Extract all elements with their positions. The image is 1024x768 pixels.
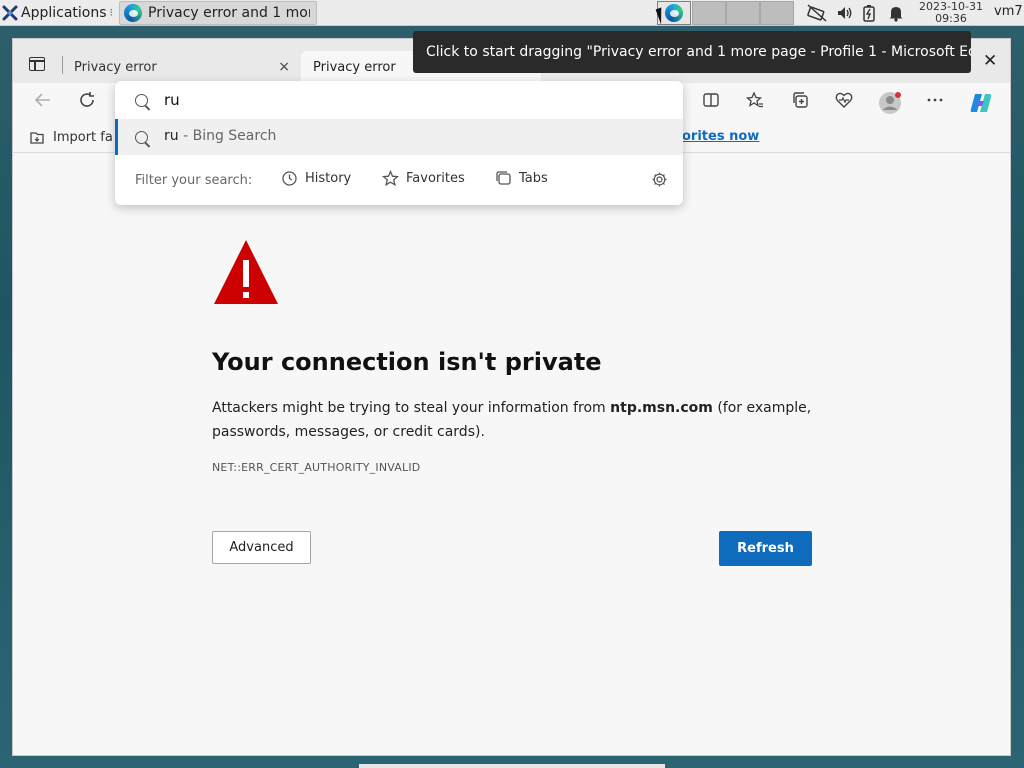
applications-label: Applications: [21, 4, 107, 21]
error-description-text: Attackers might be trying to steal your …: [212, 400, 611, 416]
bottom-panel-strip: [359, 764, 665, 768]
tab-actions-icon[interactable]: [29, 57, 45, 71]
back-button[interactable]: [31, 91, 55, 115]
collections-button[interactable]: [788, 91, 812, 115]
back-arrow-icon: [34, 93, 50, 107]
error-title: Your connection isn't private: [212, 348, 602, 376]
address-bar-value: ru: [164, 91, 180, 109]
edge-icon: [124, 3, 143, 22]
settings-more-button[interactable]: [923, 91, 947, 115]
tab-label: Privacy error: [74, 59, 157, 75]
error-domain: ntp.msn.com: [610, 400, 713, 416]
applications-separator: ⁝: [109, 6, 114, 19]
refresh-page-button[interactable]: Refresh: [719, 531, 812, 566]
star-icon: [382, 170, 399, 187]
split-screen-button[interactable]: [699, 91, 723, 115]
heart-pulse-icon: [835, 92, 853, 108]
warning-triangle-icon: [214, 240, 278, 304]
search-icon: [135, 131, 148, 144]
filter-label: Filter your search:: [135, 173, 253, 188]
suggestion-query: ru: [164, 128, 179, 144]
drag-tooltip: Click to start dragging "Privacy error a…: [413, 31, 971, 73]
search-settings-gear-icon[interactable]: [651, 171, 668, 188]
copilot-button[interactable]: [969, 91, 993, 115]
workspace-4[interactable]: [760, 1, 794, 25]
tab-privacy-error-1[interactable]: Privacy error ×: [62, 51, 298, 83]
suggestion-text: ru - Bing Search: [164, 128, 276, 144]
filter-favorites-label: Favorites: [406, 171, 465, 186]
split-screen-icon: [703, 93, 719, 107]
browser-essentials-button[interactable]: [832, 91, 856, 115]
manage-favorites-link[interactable]: orites now: [682, 129, 759, 144]
suggestion-source: - Bing Search: [178, 128, 277, 144]
profile-avatar-icon: [879, 92, 901, 114]
tab-label: Privacy error: [313, 59, 396, 75]
history-icon: [282, 171, 297, 186]
window-close-button[interactable]: ✕: [983, 51, 997, 71]
clock-time: 09:36: [935, 12, 967, 25]
advanced-button[interactable]: Advanced: [212, 531, 311, 564]
filter-history[interactable]: History: [281, 170, 351, 187]
workspace-3[interactable]: [726, 1, 760, 25]
taskbar-edge-window[interactable]: Privacy error and 1 mor...: [119, 0, 318, 25]
search-suggestion[interactable]: ru - Bing Search: [115, 119, 683, 155]
tab-close-icon[interactable]: ×: [278, 59, 290, 75]
filter-tabs[interactable]: Tabs: [495, 170, 548, 187]
system-tray: [806, 0, 904, 26]
filter-favorites[interactable]: Favorites: [382, 170, 465, 187]
search-filter-row: Filter your search: History Favorites Ta…: [115, 155, 683, 205]
volume-icon[interactable]: [836, 4, 854, 22]
import-icon: [30, 132, 44, 144]
address-bar-dropdown: ru ru - Bing Search Filter your search: …: [115, 81, 683, 205]
more-dots-icon: [927, 98, 943, 102]
refresh-icon: [80, 92, 94, 107]
copilot-icon: [970, 94, 992, 112]
profile-button[interactable]: [878, 91, 902, 115]
applications-menu[interactable]: Applications ⁝: [0, 0, 119, 26]
address-bar-input[interactable]: ru: [115, 81, 683, 119]
tabs-icon: [496, 171, 511, 185]
clock[interactable]: 2023-10-31 09:36: [914, 1, 988, 25]
user-name[interactable]: vm7: [994, 4, 1023, 19]
notification-bell-icon[interactable]: [888, 4, 904, 22]
error-code: NET::ERR_CERT_AUTHORITY_INVALID: [212, 461, 421, 474]
search-icon: [135, 94, 148, 107]
error-description: Attackers might be trying to steal your …: [212, 396, 822, 444]
favorites-star-icon: [745, 91, 763, 108]
battery-icon[interactable]: [862, 4, 876, 22]
filter-tabs-label: Tabs: [519, 171, 548, 186]
network-icon[interactable]: [806, 3, 828, 23]
filter-history-label: History: [305, 171, 352, 186]
import-label: Import fa: [53, 129, 113, 145]
collections-icon: [793, 92, 808, 108]
xfce-logo-icon: [2, 5, 18, 20]
taskbar-window-label: Privacy error and 1 mor...: [148, 4, 311, 21]
import-favorites-button[interactable]: Import fa: [29, 129, 113, 145]
refresh-button[interactable]: [75, 91, 99, 115]
workspace-2[interactable]: [692, 1, 726, 25]
favorites-button[interactable]: [743, 91, 767, 115]
